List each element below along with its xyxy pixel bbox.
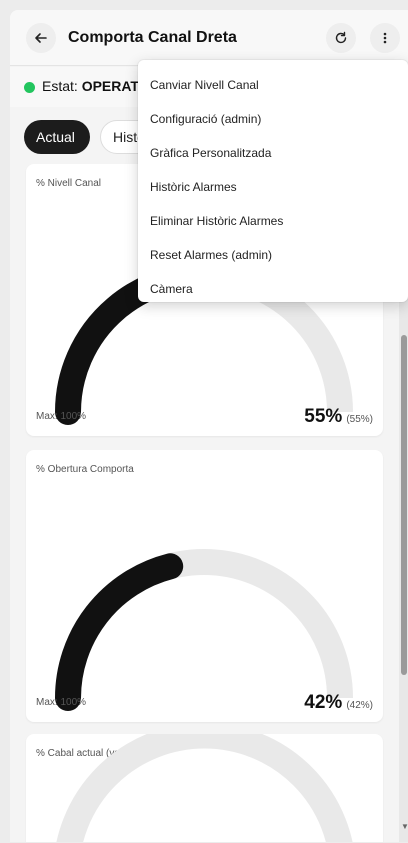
tab-actual[interactable]: Actual <box>24 120 90 154</box>
scrollbar-thumb[interactable] <box>401 335 407 675</box>
menu-item-reset-alarmes[interactable]: Reset Alarmes (admin) <box>138 238 408 272</box>
menu-item-historic-alarmes[interactable]: Històric Alarmes <box>138 170 408 204</box>
gauge-max-label: Max: 100% <box>36 411 87 422</box>
menu-item-configuracio[interactable]: Configuració (admin) <box>138 102 408 136</box>
status-dot <box>24 82 35 93</box>
menu-item-camera[interactable]: Càmera <box>138 272 408 306</box>
gauge-value-main: 42% <box>304 692 343 713</box>
status-text: Estat: OPERATIU <box>42 78 153 94</box>
gauge-track <box>56 734 353 842</box>
gauge-fill <box>55 553 184 711</box>
gauge-track <box>55 549 353 699</box>
gauge-max-label: Max: 100% <box>36 697 87 708</box>
arrow-left-icon <box>35 33 47 43</box>
overflow-menu: Canviar Nivell Canal Configuració (admin… <box>138 60 408 302</box>
gauge-obertura-comporta <box>55 549 353 711</box>
scroll-down-arrow-icon[interactable]: ▼ <box>401 822 408 831</box>
status-label: Estat: <box>42 78 78 94</box>
gauge-value: 42% (42%) <box>304 692 373 714</box>
gauge-card-obertura-comporta: % Obertura Comporta Max: 100% 42% (42%) <box>26 450 383 722</box>
page-title: Comporta Canal Dreta <box>68 29 237 46</box>
gauge-value-sub: (42%) <box>346 700 373 711</box>
app-header: Comporta Canal Dreta <box>10 10 408 66</box>
gauge-value-main: 55% <box>304 406 343 427</box>
menu-item-grafica[interactable]: Gràfica Personalitzada <box>138 136 408 170</box>
menu-item-canviar-nivell[interactable]: Canviar Nivell Canal <box>138 68 408 102</box>
gauge-value: 55% (55%) <box>304 406 373 428</box>
more-vertical-icon <box>383 32 387 44</box>
app-window: Comporta Canal Dreta Estat: OPERATIU Act… <box>10 10 408 842</box>
gauge-cabal-actual <box>56 734 353 842</box>
refresh-button[interactable] <box>326 23 356 53</box>
more-menu-button[interactable] <box>370 23 400 53</box>
refresh-icon <box>335 31 347 44</box>
back-button[interactable] <box>26 23 56 53</box>
menu-item-eliminar-historic[interactable]: Eliminar Històric Alarmes <box>138 204 408 238</box>
gauge-card-cabal-actual: % Cabal actual (vs màx) <box>26 734 383 842</box>
gauge-value-sub: (55%) <box>346 414 373 425</box>
